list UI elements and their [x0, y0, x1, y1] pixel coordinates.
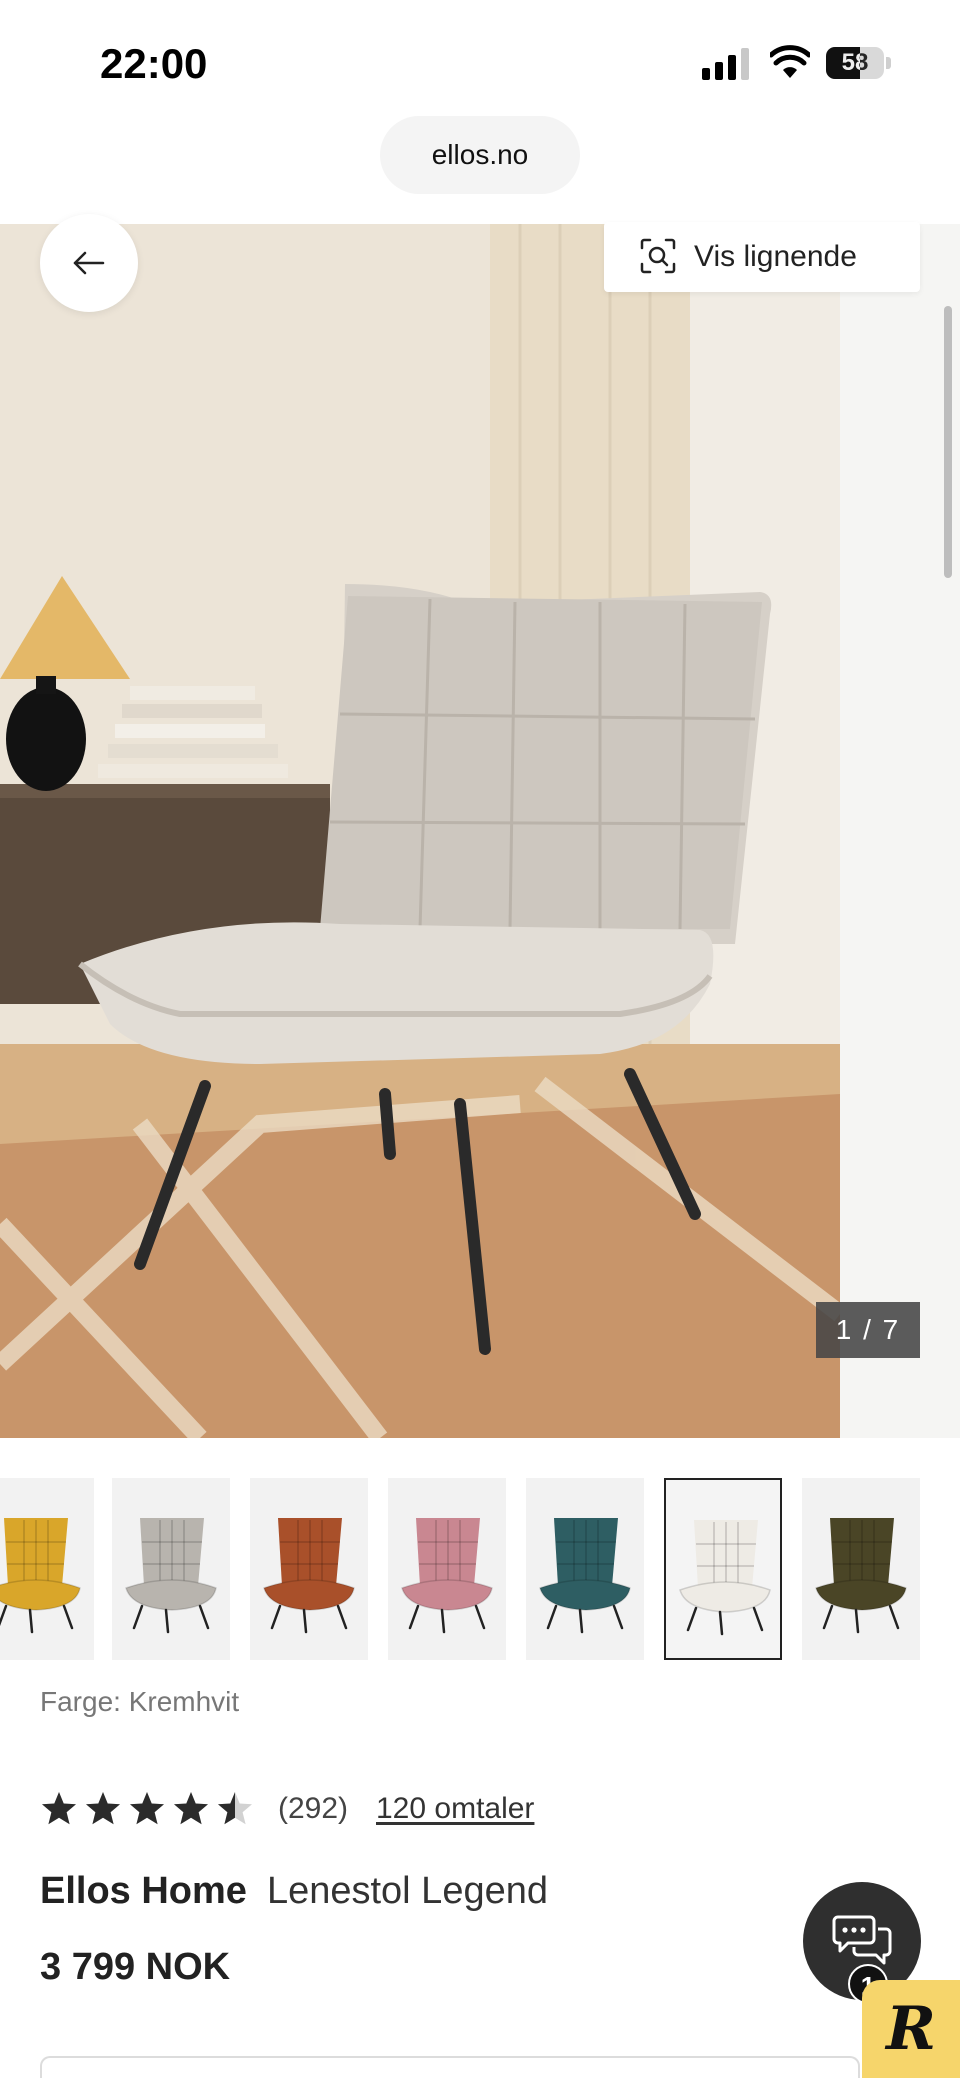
star-icon: [218, 1792, 252, 1825]
image-counter: 1 / 7: [816, 1302, 920, 1358]
star-icon: [174, 1792, 208, 1825]
color-swatch[interactable]: [526, 1478, 644, 1660]
cellular-signal-icon: [702, 48, 750, 80]
show-similar-label: Vis lignende: [694, 240, 857, 273]
armchair-thumbnail: [263, 1518, 355, 1634]
chat-bubbles-icon: [832, 1915, 892, 1965]
star-icon: [86, 1792, 120, 1825]
color-swatch[interactable]: [112, 1478, 230, 1660]
color-swatch[interactable]: [664, 1478, 782, 1660]
star-rating: [40, 1786, 260, 1832]
status-bar: 22:00 58: [0, 0, 960, 120]
star-icon: [42, 1792, 76, 1825]
color-swatch[interactable]: [388, 1478, 506, 1660]
star-icon: [130, 1792, 164, 1825]
color-swatch[interactable]: [802, 1478, 920, 1660]
product-price: 3 799 NOK: [40, 1946, 231, 1988]
arrow-left-icon: [73, 251, 105, 275]
color-swatch[interactable]: [250, 1478, 368, 1660]
color-swatch-list: [0, 1478, 960, 1660]
selected-color-label: Farge: Kremhvit: [40, 1686, 240, 1717]
address-bar[interactable]: ellos.no: [380, 116, 580, 194]
armchair-thumbnail: [0, 1518, 81, 1634]
armchair-thumbnail: [125, 1518, 217, 1634]
wifi-icon: [770, 45, 810, 78]
show-similar-button[interactable]: Vis lignende: [604, 222, 920, 292]
visual-search-icon: [640, 238, 676, 274]
battery-percent: 58: [841, 49, 869, 76]
reviews-link[interactable]: 120 omtaler: [376, 1792, 534, 1826]
rating-count: (292): [278, 1792, 349, 1825]
reviews-app-logo[interactable]: R: [862, 1980, 960, 2078]
status-time: 22:00: [100, 40, 208, 87]
reviews-app-logo-letter: R: [886, 1994, 936, 2064]
product-photo-illustration: [0, 224, 840, 1438]
armchair-thumbnail: [679, 1520, 771, 1636]
armchair-thumbnail: [815, 1518, 907, 1634]
rating-row: (292) 120 omtaler: [40, 1786, 740, 1832]
back-button[interactable]: [40, 214, 138, 312]
color-swatch[interactable]: [0, 1478, 94, 1660]
next-section-card: [40, 2056, 860, 2078]
next-image-peek[interactable]: [840, 224, 960, 1438]
armchair-thumbnail: [539, 1518, 631, 1634]
armchair-thumbnail: [401, 1518, 493, 1634]
product-brand: Ellos Home: [40, 1870, 247, 1912]
product-name: Lenestol Legend: [266, 1870, 548, 1912]
product-title: Ellos Home Lenestol Legend: [40, 1870, 548, 1913]
scroll-indicator: [944, 306, 952, 578]
product-image[interactable]: [0, 224, 840, 1438]
battery-icon: 58: [826, 47, 892, 79]
